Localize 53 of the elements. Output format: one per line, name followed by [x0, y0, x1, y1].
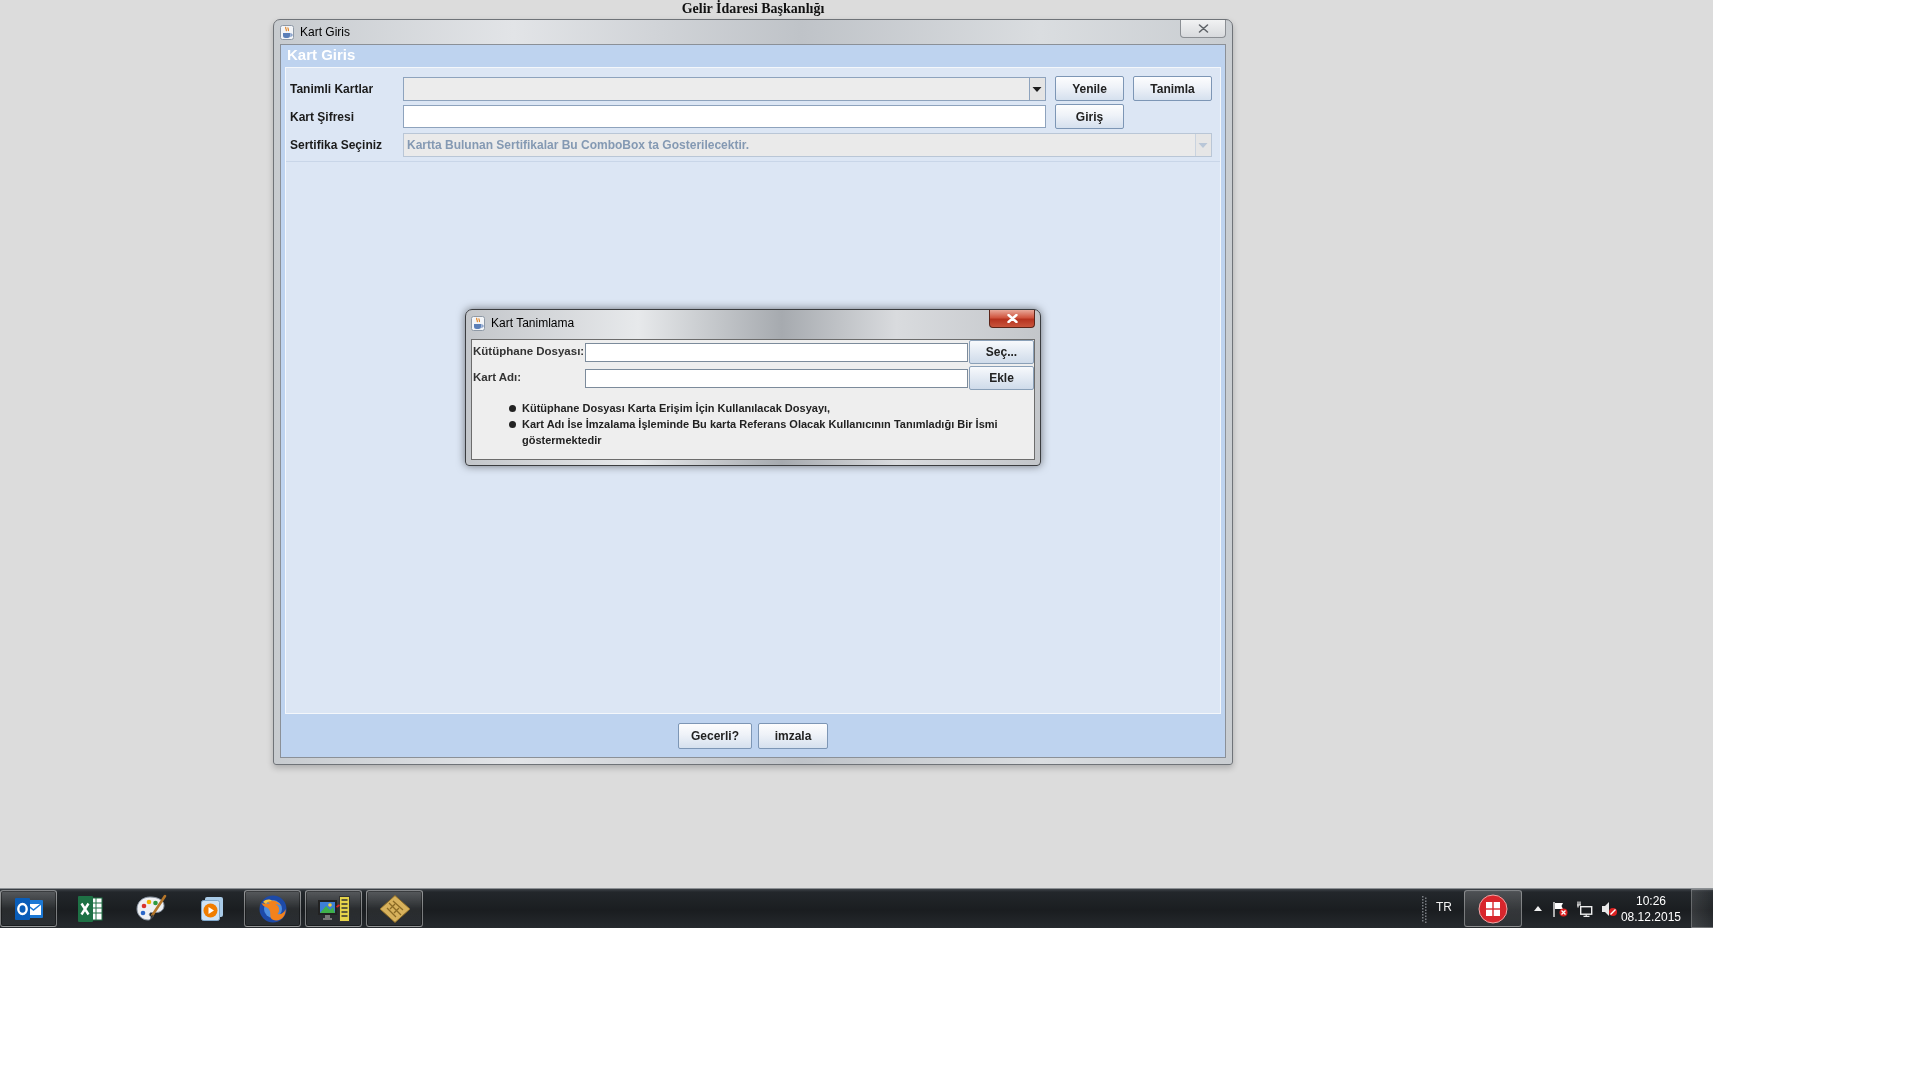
- field-label: Kütüphane Dosyası:: [472, 344, 584, 360]
- caret-down-icon: [1029, 77, 1045, 100]
- spreadsheet-icon: [76, 894, 103, 923]
- dialog-button[interactable]: Seç...: [969, 340, 1034, 364]
- window-title: Kart Giris: [300, 25, 350, 39]
- close-icon: [1006, 314, 1018, 323]
- password-field[interactable]: [403, 105, 1046, 128]
- disc-grid-icon: [1477, 893, 1508, 924]
- field-label: Kart Adı:: [472, 370, 523, 386]
- footer-button[interactable]: Gecerli?: [678, 722, 752, 749]
- bullet-icon: [509, 405, 516, 412]
- close-icon: [1197, 24, 1209, 33]
- clock-date: 08.12.2015: [1620, 908, 1681, 925]
- field-label: Tanimli Kartlar: [290, 80, 375, 98]
- speaker-muted-icon[interactable]: [1600, 900, 1617, 917]
- network-icon[interactable]: [1576, 900, 1593, 917]
- document-heading: Gelir İdaresi Başkanlığı: [681, 1, 825, 17]
- monitor-server-icon: [316, 893, 351, 924]
- note-text: Kart Adı İse İmzalama İşleminde Bu karta Referans Olacak Kullanıcının Tanımladığı Bir İsmi göstermektedir: [522, 417, 999, 448]
- grip-icon: [1421, 894, 1427, 923]
- input-field[interactable]: [585, 342, 968, 362]
- bullet-icon: [509, 421, 516, 428]
- taskbar-app-button[interactable]: [0, 890, 57, 927]
- taskbar-app-button[interactable]: [366, 890, 423, 927]
- palette-icon: [134, 893, 167, 924]
- dropdown-field[interactable]: [403, 76, 1046, 101]
- language-indicator[interactable]: TR: [1435, 897, 1452, 916]
- chip-card-icon: [377, 893, 412, 924]
- form-button[interactable]: Tanimla: [1133, 76, 1212, 101]
- caret-up-icon[interactable]: [1533, 906, 1542, 911]
- field-label: Sertifika Seçiniz: [290, 136, 384, 154]
- dropdown-field: Kartta Bulunan Sertifikalar Bu ComboBox ta Gosterilecektir.: [403, 132, 1212, 157]
- form-button[interactable]: Giriş: [1055, 104, 1124, 129]
- show-desktop-button[interactable]: [1691, 889, 1713, 928]
- field-label: Kart Şifresi: [290, 108, 356, 126]
- play-icon: [198, 895, 225, 922]
- flag-icon[interactable]: [1551, 900, 1568, 917]
- cup-icon: [471, 315, 485, 331]
- footer-button[interactable]: imzala: [758, 722, 828, 749]
- taskbar-app-button[interactable]: [305, 890, 362, 927]
- form-button[interactable]: Yenile: [1055, 76, 1124, 101]
- globe-icon: [257, 893, 288, 924]
- close-button[interactable]: [989, 310, 1035, 328]
- toolbar-app-button[interactable]: [1463, 890, 1522, 927]
- taskbar-app-button[interactable]: [244, 890, 301, 927]
- dialog-button[interactable]: Ekle: [969, 366, 1034, 390]
- cup-icon: [280, 24, 294, 40]
- input-field[interactable]: [585, 368, 968, 388]
- window-title: Kart Tanimlama: [491, 316, 575, 330]
- clock-time: 10:26: [1635, 892, 1666, 909]
- note-text: Kütüphane Dosyası Karta Erişim İçin Kullanılacak Dosyayı,: [522, 401, 831, 416]
- envelope-icon: [13, 895, 44, 922]
- panel-heading: Kart Giris: [286, 45, 357, 65]
